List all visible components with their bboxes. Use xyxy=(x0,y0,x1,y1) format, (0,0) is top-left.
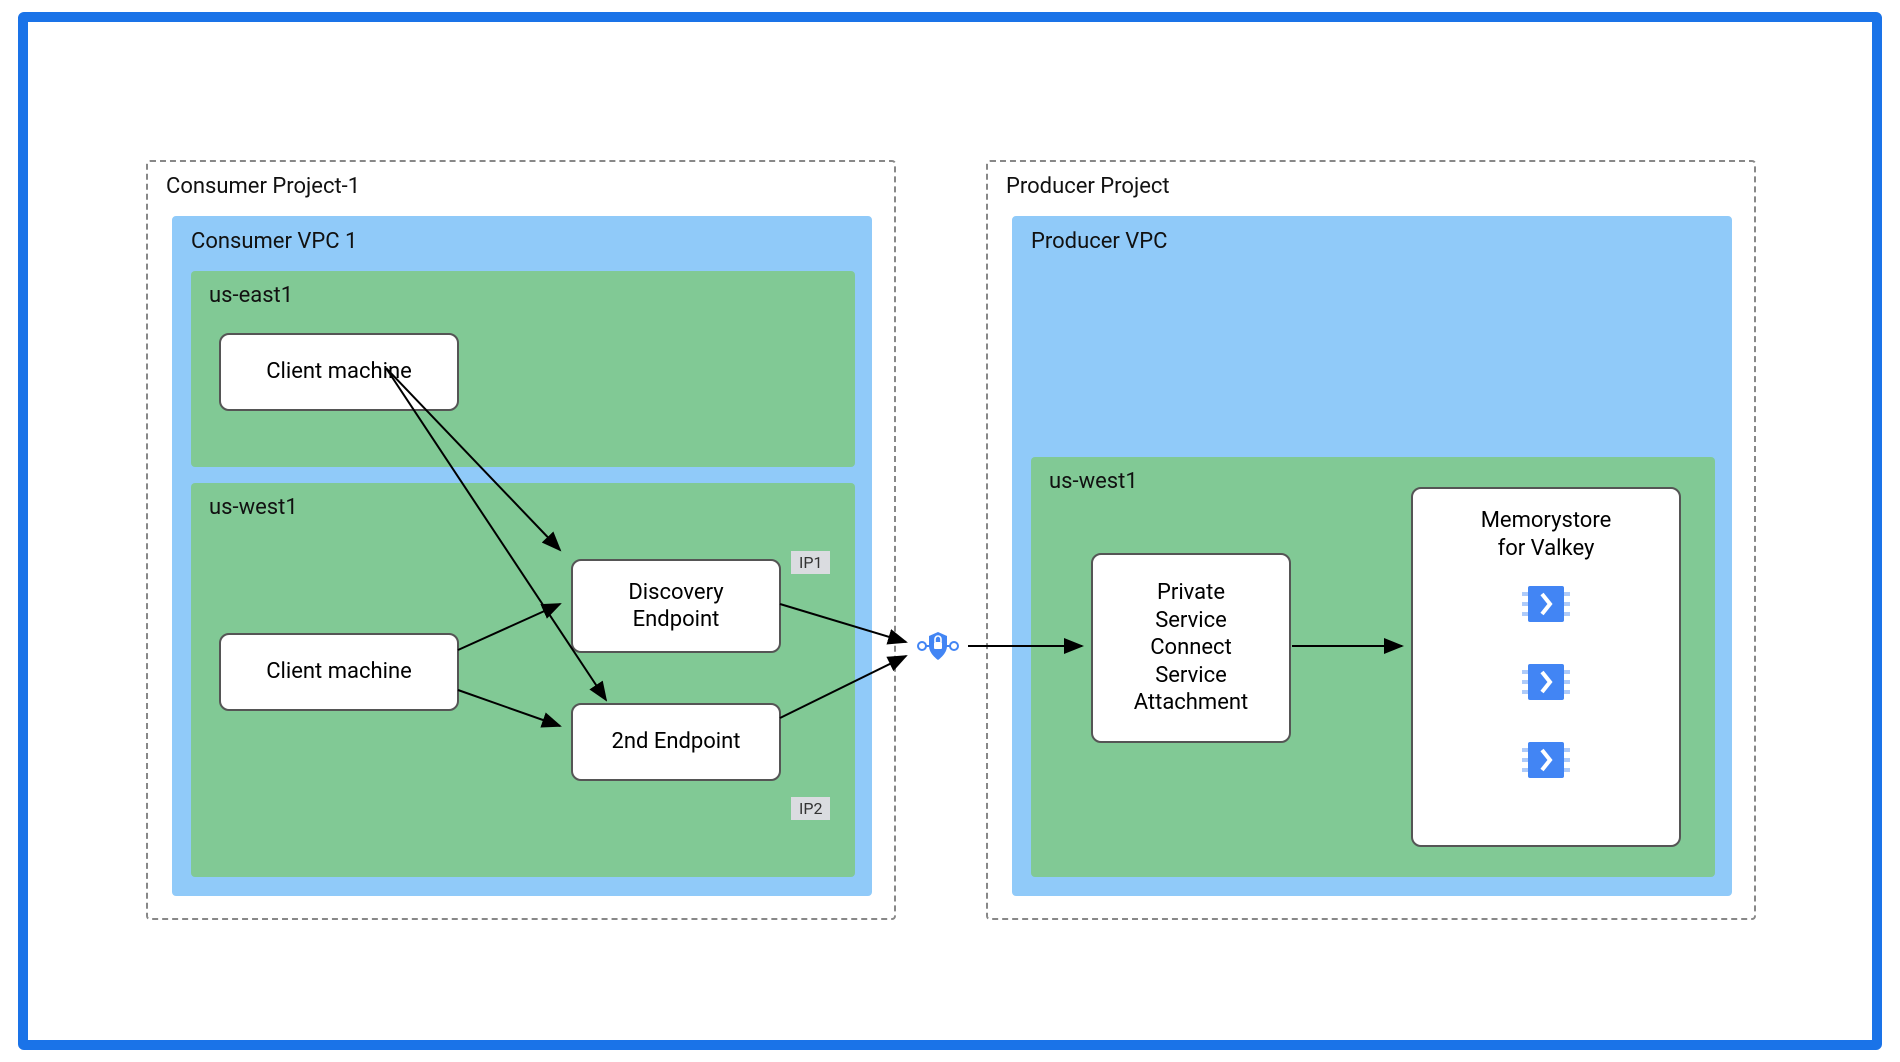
client-machine-east-label: Client machine xyxy=(266,358,412,386)
consumer-project-label: Consumer Project-1 xyxy=(148,162,894,199)
outer-frame: Google Cloud Consumer Project-1 Consumer… xyxy=(18,12,1882,1050)
header-logo: Google Cloud xyxy=(52,30,230,65)
discovery-endpoint-label: Discovery Endpoint xyxy=(628,579,723,634)
psc-shield-icon xyxy=(914,622,962,670)
valkey-chip-icon xyxy=(1518,732,1574,788)
valkey-instances xyxy=(1518,576,1574,788)
brand-google: Google xyxy=(52,30,147,65)
consumer-region-east: us-east1 Client machine xyxy=(191,271,855,467)
producer-vpc: Producer VPC us-west1 Private Service Co… xyxy=(1012,216,1732,896)
psc-attachment: Private Service Connect Service Attachme… xyxy=(1091,553,1291,743)
memorystore-valkey: Memorystore for Valkey xyxy=(1411,487,1681,847)
second-endpoint-label: 2nd Endpoint xyxy=(611,728,740,756)
valkey-chip-icon xyxy=(1518,576,1574,632)
client-machine-west: Client machine xyxy=(219,633,459,711)
consumer-vpc-label: Consumer VPC 1 xyxy=(173,217,871,254)
consumer-region-east-label: us-east1 xyxy=(191,271,855,308)
diagram-canvas: Consumer Project-1 Consumer VPC 1 us-eas… xyxy=(46,70,1854,1022)
consumer-region-west: us-west1 Client machine Discovery Endpoi… xyxy=(191,483,855,877)
brand-cloud: Cloud xyxy=(153,30,229,65)
client-machine-east: Client machine xyxy=(219,333,459,411)
client-machine-west-label: Client machine xyxy=(266,658,412,686)
psc-attachment-label: Private Service Connect Service Attachme… xyxy=(1134,579,1248,717)
producer-project-label: Producer Project xyxy=(988,162,1754,199)
ip2-tag: IP2 xyxy=(791,797,830,820)
discovery-endpoint: Discovery Endpoint xyxy=(571,559,781,653)
second-endpoint: 2nd Endpoint xyxy=(571,703,781,781)
producer-region: us-west1 Private Service Connect Service… xyxy=(1031,457,1715,877)
consumer-project: Consumer Project-1 Consumer VPC 1 us-eas… xyxy=(146,160,896,920)
memorystore-label: Memorystore for Valkey xyxy=(1481,507,1612,562)
consumer-vpc: Consumer VPC 1 us-east1 Client machine u… xyxy=(172,216,872,896)
ip1-tag: IP1 xyxy=(791,551,830,574)
valkey-chip-icon xyxy=(1518,654,1574,710)
producer-vpc-label: Producer VPC xyxy=(1013,217,1731,254)
consumer-region-west-label: us-west1 xyxy=(191,483,855,520)
producer-project: Producer Project Producer VPC us-west1 P… xyxy=(986,160,1756,920)
